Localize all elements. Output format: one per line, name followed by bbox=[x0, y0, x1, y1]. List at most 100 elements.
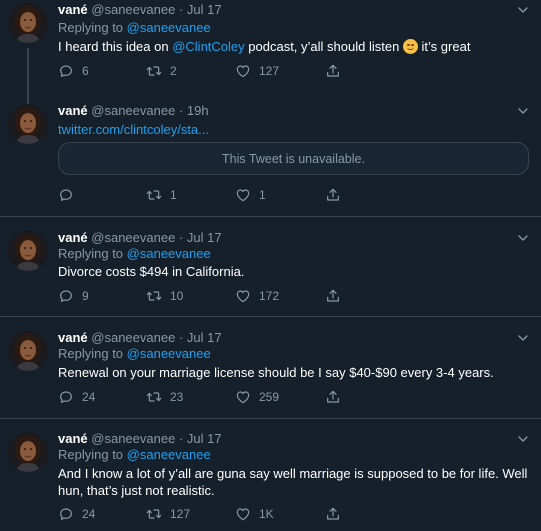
like-count: 259 bbox=[259, 390, 280, 404]
like-button[interactable]: 1K bbox=[235, 505, 274, 523]
share-button[interactable] bbox=[325, 388, 341, 406]
reply-icon bbox=[58, 506, 74, 522]
reply-button[interactable]: 24 bbox=[58, 388, 95, 406]
retweet-count: 23 bbox=[170, 390, 184, 404]
mention-link[interactable]: @saneevanee bbox=[127, 246, 211, 261]
text-part: I heard this idea on bbox=[58, 39, 173, 54]
display-name[interactable]: vané bbox=[58, 2, 88, 17]
replying-label: Replying to bbox=[58, 20, 124, 35]
retweet-count: 10 bbox=[170, 289, 184, 303]
tweet[interactable]: vané @saneevanee · 19h twitter.com/clint… bbox=[0, 101, 541, 217]
separator-dot: · bbox=[178, 2, 184, 17]
like-count: 1K bbox=[259, 507, 274, 521]
user-handle[interactable]: @saneevanee bbox=[91, 431, 175, 446]
timestamp[interactable]: Jul 17 bbox=[187, 330, 222, 345]
reply-button[interactable]: 24 bbox=[58, 505, 95, 523]
replying-to: Replying to @saneevanee bbox=[58, 447, 211, 463]
user-handle[interactable]: @saneevanee bbox=[91, 330, 175, 345]
replying-label: Replying to bbox=[58, 346, 124, 361]
timestamp[interactable]: Jul 17 bbox=[187, 431, 222, 446]
separator-dot: · bbox=[178, 103, 184, 118]
like-button[interactable]: 259 bbox=[235, 388, 279, 406]
user-handle[interactable]: @saneevanee bbox=[91, 103, 175, 118]
replying-to: Replying to @saneevanee bbox=[58, 246, 211, 262]
like-icon bbox=[235, 187, 251, 203]
share-button[interactable] bbox=[325, 505, 341, 523]
display-name[interactable]: vané bbox=[58, 330, 88, 345]
like-count: 172 bbox=[259, 289, 280, 303]
timestamp[interactable]: Jul 17 bbox=[187, 230, 222, 245]
like-icon bbox=[235, 63, 251, 79]
timestamp[interactable]: 19h bbox=[187, 103, 209, 118]
reply-count: 24 bbox=[82, 507, 96, 521]
like-button[interactable]: 172 bbox=[235, 287, 279, 305]
unavailable-text: This Tweet is unavailable. bbox=[222, 151, 365, 166]
like-count: 127 bbox=[259, 64, 280, 78]
share-icon bbox=[325, 63, 341, 79]
retweet-icon bbox=[146, 63, 162, 79]
retweet-button[interactable]: 1 bbox=[146, 186, 177, 204]
reply-button[interactable]: 9 bbox=[58, 287, 89, 305]
like-button[interactable]: 1 bbox=[235, 186, 266, 204]
chevron-down-icon[interactable] bbox=[515, 431, 531, 447]
share-button[interactable] bbox=[325, 287, 341, 305]
user-handle[interactable]: @saneevanee bbox=[91, 230, 175, 245]
reply-count: 6 bbox=[82, 64, 89, 78]
display-name[interactable]: vané bbox=[58, 103, 88, 118]
tweet-header: vané @saneevanee · Jul 17 bbox=[58, 330, 222, 346]
tweet[interactable]: vané @saneevanee · Jul 17 Replying to @s… bbox=[0, 228, 541, 317]
tweet[interactable]: vané @saneevanee · Jul 17 Replying to @s… bbox=[0, 429, 541, 531]
user-handle[interactable]: @saneevanee bbox=[91, 2, 175, 17]
like-icon bbox=[235, 506, 251, 522]
chevron-down-icon[interactable] bbox=[515, 330, 531, 346]
retweet-button[interactable]: 23 bbox=[146, 388, 183, 406]
replying-to: Replying to @saneevanee bbox=[58, 20, 211, 36]
retweet-button[interactable]: 127 bbox=[146, 505, 190, 523]
thread-connector bbox=[27, 48, 29, 106]
retweet-button[interactable]: 10 bbox=[146, 287, 183, 305]
tweet-actions: 9 10 172 bbox=[58, 287, 358, 305]
share-icon bbox=[325, 389, 341, 405]
separator-dot: · bbox=[178, 230, 184, 245]
chevron-down-icon[interactable] bbox=[515, 230, 531, 246]
tweet-text: twitter.com/clintcoley/sta... bbox=[58, 121, 528, 138]
display-name[interactable]: vané bbox=[58, 230, 88, 245]
avatar[interactable] bbox=[8, 432, 48, 472]
reply-button[interactable] bbox=[58, 186, 82, 204]
mention-link[interactable]: @saneevanee bbox=[127, 447, 211, 462]
display-name[interactable]: vané bbox=[58, 431, 88, 446]
avatar[interactable] bbox=[8, 3, 48, 43]
mention-link[interactable]: @ClintColey bbox=[172, 39, 244, 54]
avatar[interactable] bbox=[8, 231, 48, 271]
chevron-down-icon[interactable] bbox=[515, 2, 531, 18]
chevron-down-icon[interactable] bbox=[515, 103, 531, 119]
separator-dot: · bbox=[178, 431, 184, 446]
tweet-header: vané @saneevanee · 19h bbox=[58, 103, 209, 119]
mention-link[interactable]: @saneevanee bbox=[127, 20, 211, 35]
text-line: And I know a lot of y’all are guna say w… bbox=[58, 466, 528, 481]
avatar[interactable] bbox=[8, 104, 48, 144]
retweet-button[interactable]: 2 bbox=[146, 62, 177, 80]
like-count: 1 bbox=[259, 188, 266, 202]
mention-link[interactable]: @saneevanee bbox=[127, 346, 211, 361]
unavailable-quote-card: This Tweet is unavailable. bbox=[58, 142, 529, 175]
share-button[interactable] bbox=[325, 186, 341, 204]
reply-icon bbox=[58, 288, 74, 304]
like-button[interactable]: 127 bbox=[235, 62, 279, 80]
reply-count: 24 bbox=[82, 390, 96, 404]
share-icon bbox=[325, 506, 341, 522]
tweet[interactable]: vané @saneevanee · Jul 17 Replying to @s… bbox=[0, 328, 541, 419]
retweet-icon bbox=[146, 389, 162, 405]
retweet-count: 2 bbox=[170, 64, 177, 78]
share-button[interactable] bbox=[325, 62, 341, 80]
tweet[interactable]: vané @saneevanee · Jul 17 Replying to @s… bbox=[0, 0, 541, 106]
avatar[interactable] bbox=[8, 331, 48, 371]
timestamp[interactable]: Jul 17 bbox=[187, 2, 222, 17]
tweet-text: I heard this idea on @ClintColey podcast… bbox=[58, 38, 528, 55]
tweet-actions: 24 127 1K bbox=[58, 505, 358, 523]
tweet-link[interactable]: twitter.com/clintcoley/sta... bbox=[58, 122, 209, 137]
tweet-header: vané @saneevanee · Jul 17 bbox=[58, 431, 222, 447]
reply-icon bbox=[58, 187, 74, 203]
like-icon bbox=[235, 288, 251, 304]
reply-button[interactable]: 6 bbox=[58, 62, 89, 80]
